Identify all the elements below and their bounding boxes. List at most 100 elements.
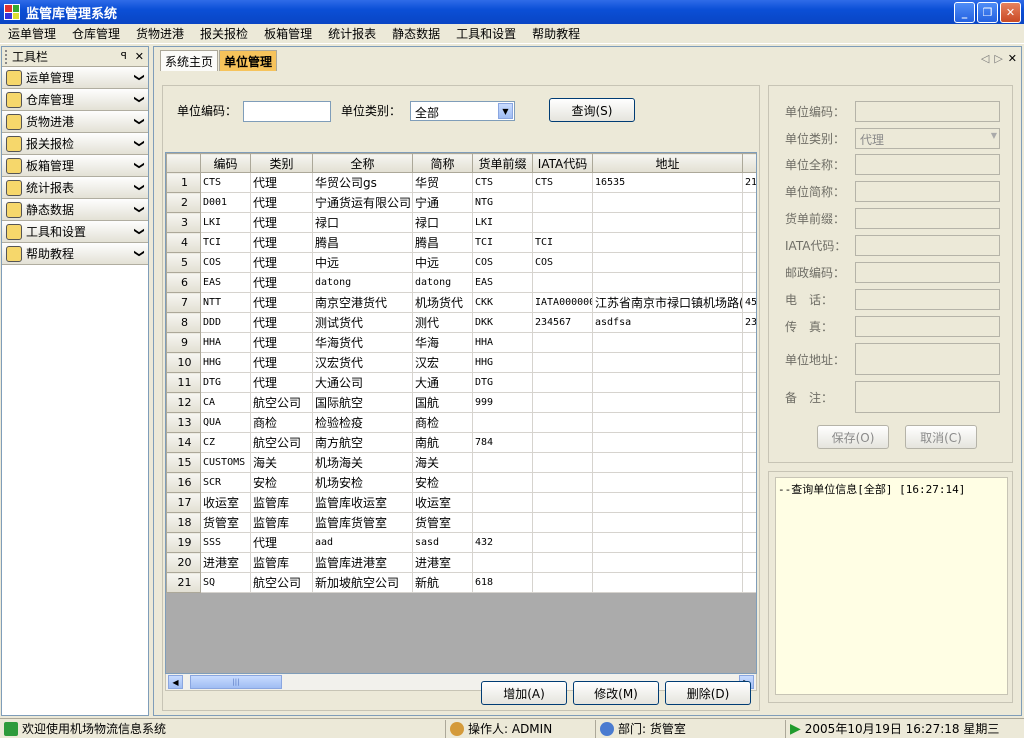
table-row[interactable]: 5 COS 代理 中远 中远 COS COS: [166, 252, 756, 273]
tab-next-icon[interactable]: ▷: [994, 52, 1002, 65]
table-row[interactable]: 17 收运室 监管库 监管库收运室 收运室: [166, 492, 756, 513]
table-cell[interactable]: EAS: [472, 272, 533, 293]
table-cell[interactable]: 收运室: [412, 492, 473, 513]
table-cell[interactable]: COS: [472, 252, 533, 273]
table-row[interactable]: 20 进港室 监管库 监管库进港室 进港室: [166, 552, 756, 573]
table-cell[interactable]: NTT: [200, 292, 251, 313]
table-cell[interactable]: 代理: [250, 372, 313, 393]
tab-prev-icon[interactable]: ◁: [981, 52, 989, 65]
table-cell[interactable]: 代理: [250, 352, 313, 373]
chevron-down-icon[interactable]: ❯: [133, 73, 144, 81]
table-cell[interactable]: [532, 352, 593, 373]
menu-help[interactable]: 帮助教程: [524, 25, 588, 42]
sidebar-item-3[interactable]: 报关报检 ❯: [2, 133, 148, 155]
table-cell[interactable]: 商检: [250, 412, 313, 433]
table-cell[interactable]: 南京空港货代: [312, 292, 413, 313]
table-cell[interactable]: [592, 472, 743, 493]
table-cell[interactable]: 监管库: [250, 512, 313, 533]
table-cell[interactable]: 234: [742, 312, 756, 333]
table-cell[interactable]: 江苏省南京市禄口镇机场路(: [592, 292, 743, 313]
table-cell[interactable]: 中远: [412, 252, 473, 273]
table-cell[interactable]: [592, 412, 743, 433]
table-cell[interactable]: [742, 212, 756, 233]
table-row[interactable]: 12 CA 航空公司 国际航空 国航 999: [166, 392, 756, 413]
sidebar-item-7[interactable]: 工具和设置 ❯: [2, 221, 148, 243]
table-cell[interactable]: [742, 192, 756, 213]
table-cell[interactable]: COS: [532, 252, 593, 273]
row-number[interactable]: 17: [166, 492, 201, 513]
table-cell[interactable]: 腾昌: [312, 232, 413, 253]
table-cell[interactable]: QUA: [200, 412, 251, 433]
save-button[interactable]: 保存(O): [817, 425, 889, 449]
row-number[interactable]: 1: [166, 172, 201, 193]
tab-home[interactable]: 系统主页: [160, 50, 219, 71]
table-cell[interactable]: [742, 412, 756, 433]
table-cell[interactable]: [532, 572, 593, 593]
sidebar-item-6[interactable]: 静态数据 ❯: [2, 199, 148, 221]
row-number[interactable]: 7: [166, 292, 201, 313]
table-cell[interactable]: 新加坡航空公司: [312, 572, 413, 593]
table-cell[interactable]: 代理: [250, 172, 313, 193]
table-cell[interactable]: D001: [200, 192, 251, 213]
table-cell[interactable]: CTS: [532, 172, 593, 193]
menu-import[interactable]: 货物进港: [128, 25, 192, 42]
table-cell[interactable]: CA: [200, 392, 251, 413]
close-icon[interactable]: ✕: [135, 50, 144, 63]
row-number[interactable]: 4: [166, 232, 201, 253]
menu-tools[interactable]: 工具和设置: [448, 25, 524, 42]
table-cell[interactable]: 汉宏: [412, 352, 473, 373]
table-cell[interactable]: 中远: [312, 252, 413, 273]
table-cell[interactable]: 618: [472, 572, 533, 593]
table-cell[interactable]: [532, 512, 593, 533]
tab-unit-management[interactable]: 单位管理: [219, 50, 278, 71]
table-cell[interactable]: 432: [472, 532, 533, 553]
column-header[interactable]: 货单前缀: [472, 153, 533, 173]
chevron-down-icon[interactable]: ❯: [133, 227, 144, 235]
table-cell[interactable]: 禄口: [312, 212, 413, 233]
type-select[interactable]: 全部 ▼: [410, 101, 515, 121]
row-number[interactable]: 8: [166, 312, 201, 333]
chevron-down-icon[interactable]: ❯: [133, 161, 144, 169]
row-number[interactable]: 21: [166, 572, 201, 593]
sidebar-item-8[interactable]: 帮助教程 ❯: [2, 243, 148, 265]
pin-icon[interactable]: ꟼ: [121, 51, 127, 62]
table-cell[interactable]: 测代: [412, 312, 473, 333]
row-number[interactable]: 14: [166, 432, 201, 453]
table-cell[interactable]: [742, 512, 756, 533]
table-cell[interactable]: [592, 572, 743, 593]
table-row[interactable]: 18 货管室 监管库 监管库货管室 货管室: [166, 512, 756, 533]
table-cell[interactable]: 航空公司: [250, 572, 313, 593]
table-cell[interactable]: 华贸: [412, 172, 473, 193]
chevron-down-icon[interactable]: ❯: [133, 117, 144, 125]
table-row[interactable]: 15 CUSTOMS 海关 机场海关 海关: [166, 452, 756, 473]
table-cell[interactable]: SSS: [200, 532, 251, 553]
chevron-down-icon[interactable]: ❯: [133, 139, 144, 147]
table-cell[interactable]: 214: [742, 172, 756, 193]
table-cell[interactable]: 腾昌: [412, 232, 473, 253]
table-cell[interactable]: [592, 232, 743, 253]
table-cell[interactable]: sasd: [412, 532, 473, 553]
tab-close-icon[interactable]: ✕: [1008, 52, 1017, 65]
table-cell[interactable]: 代理: [250, 192, 313, 213]
table-cell[interactable]: HHA: [472, 332, 533, 353]
table-cell[interactable]: SCR: [200, 472, 251, 493]
table-cell[interactable]: [592, 192, 743, 213]
table-cell[interactable]: 商检: [412, 412, 473, 433]
table-row[interactable]: 16 SCR 安检 机场安检 安检: [166, 472, 756, 493]
table-cell[interactable]: 16535: [592, 172, 743, 193]
column-header[interactable]: 简称: [412, 153, 473, 173]
table-cell[interactable]: [592, 352, 743, 373]
table-cell[interactable]: 航空公司: [250, 392, 313, 413]
table-cell[interactable]: COS: [200, 252, 251, 273]
table-cell[interactable]: [472, 512, 533, 533]
table-cell[interactable]: asdfsa: [592, 312, 743, 333]
row-number[interactable]: 9: [166, 332, 201, 353]
table-cell[interactable]: 检验检疫: [312, 412, 413, 433]
table-cell[interactable]: datong: [412, 272, 473, 293]
sidebar-item-0[interactable]: 运单管理 ❯: [2, 67, 148, 89]
table-cell[interactable]: DKK: [472, 312, 533, 333]
table-cell[interactable]: DTG: [472, 372, 533, 393]
table-cell[interactable]: HHG: [200, 352, 251, 373]
row-number[interactable]: 16: [166, 472, 201, 493]
table-cell[interactable]: [472, 492, 533, 513]
